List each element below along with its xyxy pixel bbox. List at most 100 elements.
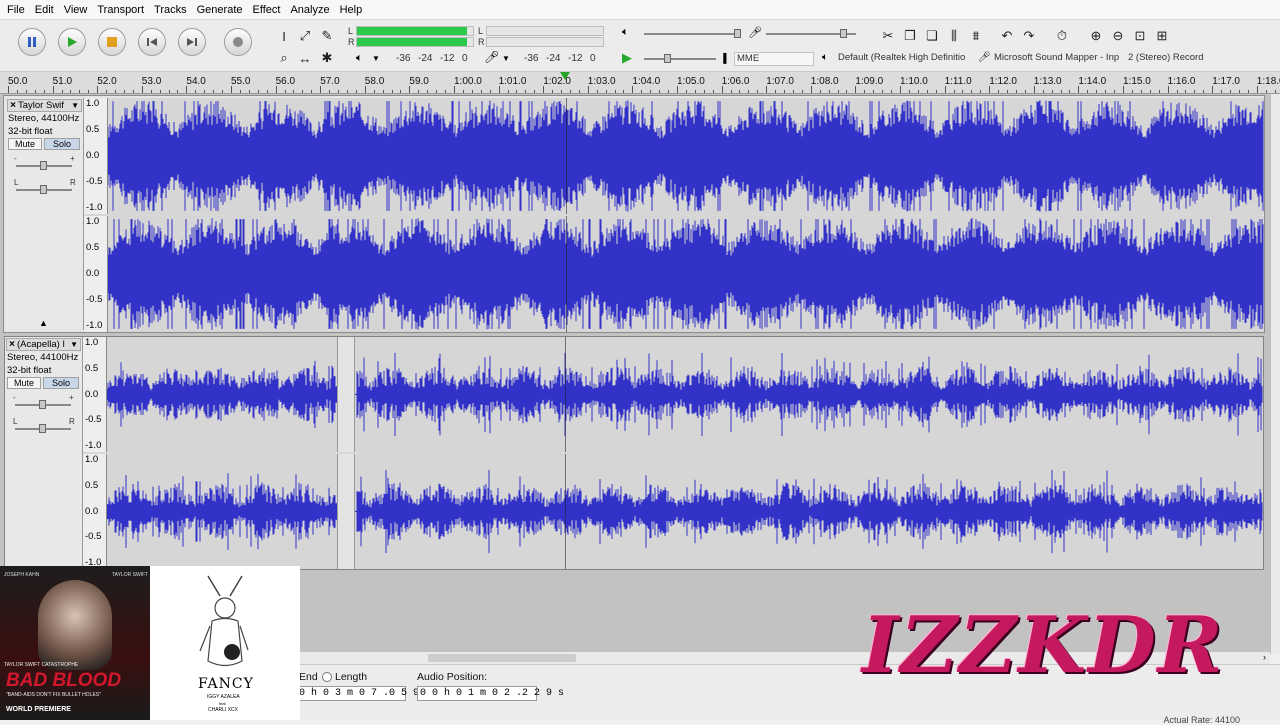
ruler-tick: [1194, 90, 1196, 93]
record-meter-right[interactable]: [486, 37, 604, 47]
sync-lock-icon[interactable]: ⏱: [1052, 26, 1072, 46]
waveform-channel[interactable]: [107, 454, 1263, 569]
time-shift-tool-icon[interactable]: ↔: [295, 48, 315, 68]
amplitude-label: -0.5: [85, 531, 102, 543]
dropdown-arrow-icon[interactable]: ▼: [502, 54, 510, 63]
pause-button[interactable]: [18, 28, 46, 56]
undo-icon[interactable]: ↶: [997, 26, 1017, 46]
close-track-icon[interactable]: ×: [8, 100, 18, 111]
menu-view[interactable]: View: [59, 0, 93, 20]
ruler-tick: [891, 90, 893, 93]
zoom-out-icon[interactable]: ⊖: [1108, 26, 1128, 46]
record-meter-left[interactable]: [486, 26, 604, 36]
output-volume-slider[interactable]: [644, 33, 736, 35]
amplitude-label: 0.5: [85, 479, 99, 491]
play-button[interactable]: [58, 28, 86, 56]
trim-icon[interactable]: ⫼: [944, 26, 964, 46]
selection-tool-icon[interactable]: I: [274, 26, 294, 46]
menu-help[interactable]: Help: [335, 0, 368, 20]
ruler-tick: [962, 90, 964, 93]
vertical-scrollbar[interactable]: [1270, 94, 1280, 654]
meter-scale-label: 0: [590, 53, 596, 64]
scroll-thumb[interactable]: [428, 654, 576, 662]
timeline-ruler[interactable]: 50.0 51.0 52.0 53.0 54.0 55.0 56.0 57.0 58.0 59.0…: [0, 72, 1280, 94]
dropdown-arrow-icon[interactable]: ▼: [372, 54, 380, 63]
track-name-menu[interactable]: × (Acapella) I ▼: [6, 338, 81, 351]
menu-analyze[interactable]: Analyze: [285, 0, 334, 20]
playback-meter-left[interactable]: [356, 26, 474, 36]
ruler-tick: [819, 90, 821, 93]
audio-host-select[interactable]: MME: [734, 52, 814, 66]
waveform-channel[interactable]: [108, 216, 1264, 332]
waveform-channel[interactable]: [107, 337, 1263, 452]
ruler-tick: [186, 86, 188, 93]
paste-icon[interactable]: ❏: [922, 26, 942, 46]
cut-icon[interactable]: ✂: [878, 26, 898, 46]
ruler-tick: [810, 86, 812, 93]
input-volume-knob[interactable]: [840, 29, 847, 38]
gain-slider-knob[interactable]: [40, 161, 47, 170]
menu-bar: File Edit View Transport Tracks Generate Effec…: [0, 0, 1280, 20]
pan-slider-knob[interactable]: [40, 185, 47, 194]
track-name-menu[interactable]: × Taylor Swif ▼: [7, 99, 82, 112]
ruler-tick: [641, 90, 643, 93]
waveform-channel[interactable]: [108, 98, 1264, 214]
fit-selection-icon[interactable]: ⊡: [1130, 26, 1150, 46]
channels-select[interactable]: 2 (Stereo) Record: [1128, 52, 1228, 66]
menu-tracks[interactable]: Tracks: [149, 0, 192, 20]
playback-device-select[interactable]: Default (Realtek High Definitio: [838, 52, 970, 66]
solo-button[interactable]: Solo: [44, 138, 80, 150]
play-speed-slider[interactable]: [644, 58, 716, 60]
close-track-icon[interactable]: ×: [7, 339, 17, 350]
skip-to-start-button[interactable]: [138, 28, 166, 56]
envelope-tool-icon[interactable]: ⤢: [295, 26, 315, 46]
ruler-tick: [605, 90, 607, 93]
zoom-in-icon[interactable]: ⊕: [1086, 26, 1106, 46]
zoom-tool-icon[interactable]: ⌕: [274, 48, 294, 68]
track-menu-arrow-icon[interactable]: ▼: [70, 339, 78, 350]
ruler-tick: [52, 86, 54, 93]
ruler-tick: [454, 86, 455, 93]
ruler-tick: [578, 90, 580, 93]
redo-icon[interactable]: ↷: [1019, 26, 1039, 46]
play-at-speed-icon[interactable]: ▶: [622, 50, 632, 66]
collapse-track-icon[interactable]: ▲: [39, 318, 48, 328]
amplitude-label: 0.0: [85, 505, 99, 517]
output-volume-knob[interactable]: [734, 29, 741, 38]
menu-edit[interactable]: Edit: [30, 0, 59, 20]
play-speed-knob[interactable]: [664, 54, 671, 63]
ruler-tick: [382, 90, 384, 93]
fit-project-icon[interactable]: ⊞: [1152, 26, 1172, 46]
scroll-right-icon[interactable]: ›: [1263, 652, 1266, 662]
length-radio[interactable]: [322, 672, 332, 682]
copy-icon[interactable]: ❐: [900, 26, 920, 46]
ruler-tick: [1015, 90, 1017, 93]
multi-tool-icon[interactable]: ✱: [317, 48, 337, 68]
audio-position-field[interactable]: 0 0 h 0 1 m 0 2 .2 2 9 s: [417, 686, 564, 701]
mute-button[interactable]: Mute: [7, 377, 41, 389]
gain-slider-knob[interactable]: [39, 400, 46, 409]
ruler-label: 1:18.0: [1256, 76, 1280, 87]
track-menu-arrow-icon[interactable]: ▼: [71, 100, 79, 111]
skip-to-end-button[interactable]: [178, 28, 206, 56]
solo-button[interactable]: Solo: [43, 377, 79, 389]
playback-meter-right[interactable]: [356, 37, 474, 47]
stop-button[interactable]: [98, 28, 126, 56]
ruler-label: 1:09.0: [855, 76, 884, 87]
recording-device-select[interactable]: Microsoft Sound Mapper - Inp: [994, 52, 1124, 66]
fancy-feat: feat: [219, 701, 226, 706]
audio-track[interactable]: × Taylor Swif ▼ Stereo, 44100Hz 32-bit float…: [3, 95, 1265, 333]
menu-file[interactable]: File: [2, 0, 30, 20]
ruler-tick: [489, 90, 491, 93]
record-button[interactable]: [224, 28, 252, 56]
mute-button[interactable]: Mute: [8, 138, 42, 150]
menu-effect[interactable]: Effect: [248, 0, 286, 20]
ruler-tick: [302, 90, 304, 93]
menu-transport[interactable]: Transport: [92, 0, 149, 20]
selection-end-field[interactable]: 0 h 0 3 m 0 7 .0 5 9 s: [296, 686, 431, 701]
pan-slider-knob[interactable]: [39, 424, 46, 433]
draw-tool-icon[interactable]: ✎: [317, 26, 337, 46]
audio-track[interactable]: × (Acapella) I ▼ Stereo, 44100Hz 32-bit floa…: [4, 336, 1264, 570]
silence-icon[interactable]: ⩩: [966, 26, 986, 46]
menu-generate[interactable]: Generate: [192, 0, 248, 20]
